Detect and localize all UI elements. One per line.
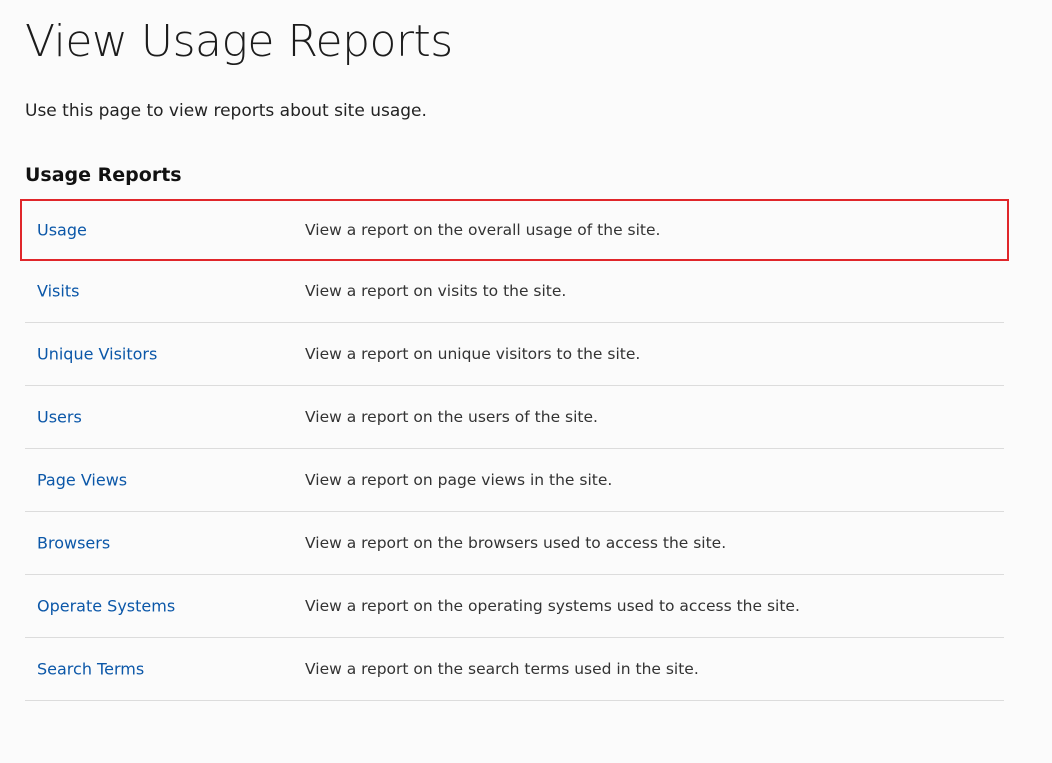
page-description: Use this page to view reports about site… [25, 101, 427, 121]
report-description: View a report on the operating systems u… [305, 597, 800, 615]
section-heading: Usage Reports [25, 164, 182, 186]
report-description: View a report on the overall usage of th… [305, 221, 661, 239]
page-title: View Usage Reports [25, 16, 453, 67]
visits-report-link[interactable]: Visits [37, 281, 79, 300]
report-row-unique-visitors: Unique Visitors View a report on unique … [25, 323, 1004, 386]
report-description: View a report on visits to the site. [305, 281, 567, 300]
report-description: View a report on unique visitors to the … [305, 345, 641, 363]
report-description: View a report on the users of the site. [305, 408, 598, 426]
report-row-operate-systems: Operate Systems View a report on the ope… [25, 575, 1004, 638]
operate-systems-report-link[interactable]: Operate Systems [37, 597, 175, 616]
users-report-link[interactable]: Users [37, 408, 82, 427]
browsers-report-link[interactable]: Browsers [37, 534, 110, 553]
report-description: View a report on page views in the site. [305, 471, 613, 489]
report-row-page-views: Page Views View a report on page views i… [25, 449, 1004, 512]
usage-reports-list: Usage View a report on the overall usage… [20, 199, 1009, 701]
report-row-usage: Usage View a report on the overall usage… [20, 199, 1009, 261]
report-row-users: Users View a report on the users of the … [25, 386, 1004, 449]
report-description: View a report on the browsers used to ac… [305, 534, 727, 552]
usage-report-link[interactable]: Usage [37, 221, 87, 240]
report-description: View a report on the search terms used i… [305, 660, 699, 678]
unique-visitors-report-link[interactable]: Unique Visitors [37, 345, 157, 364]
report-row-browsers: Browsers View a report on the browsers u… [25, 512, 1004, 575]
report-row-search-terms: Search Terms View a report on the search… [25, 638, 1004, 701]
report-row-visits: Visits View a report on visits to the si… [25, 259, 1004, 323]
page-views-report-link[interactable]: Page Views [37, 471, 127, 490]
search-terms-report-link[interactable]: Search Terms [37, 660, 144, 679]
